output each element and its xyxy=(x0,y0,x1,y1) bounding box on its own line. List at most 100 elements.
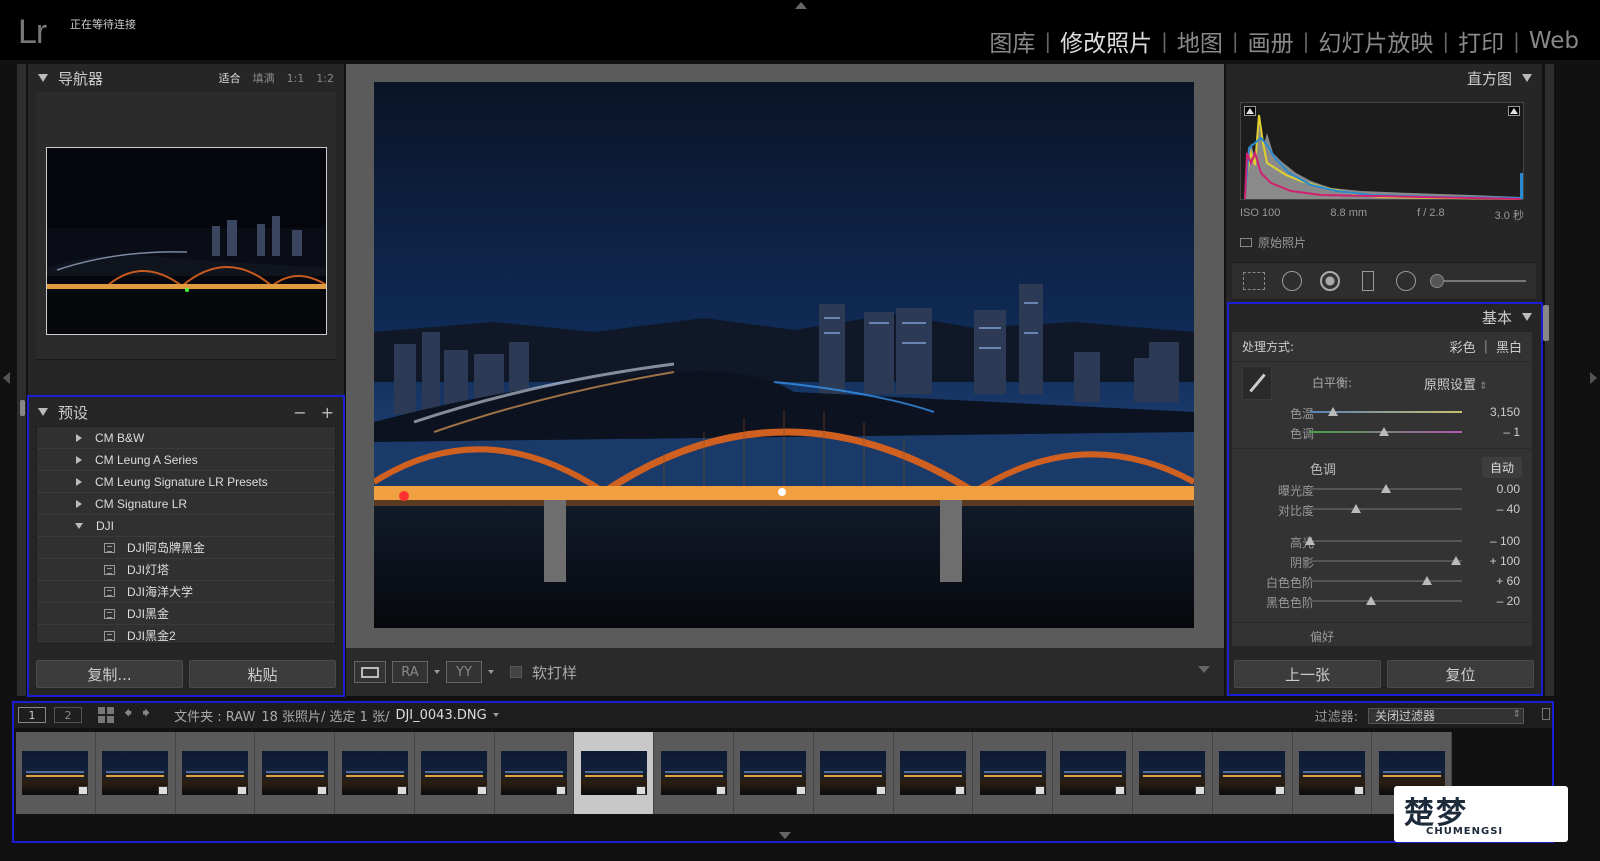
collapse-triangle-icon[interactable] xyxy=(38,74,48,82)
temp-slider[interactable] xyxy=(1310,407,1462,416)
remove-preset-button[interactable]: − xyxy=(293,403,306,422)
wb-select[interactable]: 原照设置 xyxy=(1424,374,1488,393)
secondary-window-button[interactable]: 2 xyxy=(54,707,82,723)
slider-knob[interactable] xyxy=(1365,596,1376,605)
preset-item[interactable]: DJI黑金2 xyxy=(37,625,335,643)
filmstrip-thumbnail[interactable] xyxy=(734,732,814,814)
grid-view-icon[interactable] xyxy=(98,707,114,723)
basic-panel-header[interactable]: 基本 xyxy=(1226,304,1542,330)
filmstrip-thumbnail[interactable] xyxy=(654,732,735,814)
filter-select[interactable]: 关闭过滤器 xyxy=(1368,707,1524,724)
add-preset-button[interactable]: + xyxy=(321,403,334,422)
back-arrow-icon[interactable]: 🠸 xyxy=(124,702,132,729)
treatment-bw[interactable]: 黑白 xyxy=(1496,337,1522,356)
shadow-clipping-icon[interactable] xyxy=(1244,106,1256,116)
histogram-header[interactable]: 直方图 xyxy=(1226,64,1542,92)
whites-slider[interactable] xyxy=(1310,576,1462,585)
zoom-fit[interactable]: 适合 xyxy=(219,70,241,86)
preset-item[interactable]: DJI阿岛牌黑金 xyxy=(37,537,335,559)
navigator-thumbnail[interactable] xyxy=(46,147,327,335)
expand-arrow-icon[interactable] xyxy=(76,455,82,464)
expand-arrow-icon[interactable] xyxy=(76,477,82,486)
main-photo[interactable] xyxy=(374,82,1194,628)
module-book[interactable]: 画册 xyxy=(1239,24,1303,58)
slider-knob[interactable] xyxy=(1422,576,1433,585)
collapse-triangle-icon[interactable] xyxy=(38,408,48,416)
red-eye-icon[interactable] xyxy=(1318,269,1342,293)
navigator-preview[interactable] xyxy=(36,92,336,360)
left-panel-toggle-icon[interactable] xyxy=(3,372,10,384)
spot-removal-icon[interactable] xyxy=(1280,269,1304,293)
filmstrip-thumbnail[interactable] xyxy=(894,732,974,814)
crop-tool-icon[interactable] xyxy=(1242,269,1266,293)
shadows-slider[interactable] xyxy=(1310,556,1462,565)
filter-lock-icon[interactable] xyxy=(1542,708,1550,720)
preset-folder[interactable]: CM Leung A Series xyxy=(37,449,335,471)
module-develop[interactable]: 修改照片 xyxy=(1051,24,1161,58)
contrast-slider[interactable] xyxy=(1310,504,1462,513)
filmstrip-thumbnail[interactable] xyxy=(176,732,256,814)
filmstrip-thumbnail[interactable] xyxy=(973,732,1054,814)
treatment-color[interactable]: 彩色 xyxy=(1450,337,1476,356)
before-after-button[interactable]: RA xyxy=(392,661,428,683)
module-library[interactable]: 图库 xyxy=(980,24,1044,58)
highlight-clipping-icon[interactable] xyxy=(1508,106,1520,116)
slider-knob[interactable] xyxy=(1327,407,1338,416)
filmstrip-thumbnail[interactable] xyxy=(574,732,655,814)
filmstrip-thumbnail[interactable] xyxy=(495,732,575,814)
module-print[interactable]: 打印 xyxy=(1449,24,1513,58)
module-slideshow[interactable]: 幻灯片放映 xyxy=(1309,24,1442,58)
preset-item[interactable]: DJI黑金 xyxy=(37,603,335,625)
before-after-split-button[interactable]: YY xyxy=(446,661,482,683)
collapse-arrow-icon[interactable] xyxy=(75,522,83,529)
preset-item[interactable]: DJI海洋大学 xyxy=(37,581,335,603)
left-scroll-handle[interactable] xyxy=(20,400,25,416)
copy-settings-button[interactable]: 复制... xyxy=(36,660,183,688)
wb-eyedropper-icon[interactable] xyxy=(1242,366,1272,400)
loupe-view-button[interactable] xyxy=(354,661,386,683)
expand-arrow-icon[interactable] xyxy=(76,499,82,508)
filmstrip-thumbnail[interactable] xyxy=(814,732,894,814)
filmstrip-source[interactable]: 文件夹 : RAW 18 张照片/ 选定 1 张/ DJI_0043.DNG xyxy=(174,706,499,725)
top-panel-toggle-icon[interactable] xyxy=(795,2,807,9)
toolbar-menu-icon[interactable] xyxy=(1198,666,1210,673)
exposure-slider[interactable] xyxy=(1310,484,1462,493)
filmstrip-thumbnail[interactable] xyxy=(1133,732,1213,814)
forward-arrow-icon[interactable]: 🠺 xyxy=(142,702,150,729)
collapse-triangle-icon[interactable] xyxy=(1522,74,1532,82)
slider-knob[interactable] xyxy=(1350,504,1361,513)
module-web[interactable]: Web xyxy=(1520,28,1588,54)
highlights-slider[interactable] xyxy=(1305,536,1462,545)
previous-button[interactable]: 上一张 xyxy=(1234,660,1381,688)
navigator-header[interactable]: 导航器 适合 填满 1:1 1:2 xyxy=(28,64,344,92)
reset-button[interactable]: 复位 xyxy=(1387,660,1534,688)
slider-knob[interactable] xyxy=(1381,484,1391,493)
histogram[interactable] xyxy=(1240,102,1524,200)
dropdown-caret-icon[interactable] xyxy=(434,670,440,674)
filmstrip-thumbnail[interactable] xyxy=(335,732,415,814)
tint-slider[interactable] xyxy=(1310,427,1462,436)
zoom-fill[interactable]: 填满 xyxy=(253,70,275,86)
filmstrip-thumbnail[interactable] xyxy=(1213,732,1293,814)
primary-window-button[interactable]: 1 xyxy=(18,707,46,723)
zoom-1-1[interactable]: 1:1 xyxy=(287,72,305,85)
expand-arrow-icon[interactable] xyxy=(76,433,82,442)
dropdown-caret-icon[interactable] xyxy=(488,670,494,674)
paste-settings-button[interactable]: 粘贴 xyxy=(189,660,336,688)
preset-folder[interactable]: CM Leung Signature LR Presets xyxy=(37,471,335,493)
filmstrip-thumbnail[interactable] xyxy=(1053,732,1133,814)
preset-folder[interactable]: CM Signature LR xyxy=(37,493,335,515)
preset-folder[interactable]: DJI xyxy=(37,515,335,537)
zoom-1-2[interactable]: 1:2 xyxy=(316,72,334,85)
slider-knob[interactable] xyxy=(1379,427,1390,436)
module-map[interactable]: 地图 xyxy=(1168,24,1232,58)
dropdown-caret-icon[interactable] xyxy=(492,713,499,717)
softproof-checkbox[interactable] xyxy=(510,666,522,678)
filmstrip-thumbnail[interactable] xyxy=(255,732,336,814)
filmstrip-thumbnail[interactable] xyxy=(96,732,176,814)
right-panel-scrollbar[interactable] xyxy=(1543,305,1549,341)
identity-plate-status[interactable]: 正在等待连接 xyxy=(70,16,136,32)
preset-folder[interactable]: CM B&W xyxy=(37,427,335,449)
bottom-panel-toggle-icon[interactable] xyxy=(779,832,791,839)
slider-knob[interactable] xyxy=(1450,556,1461,565)
